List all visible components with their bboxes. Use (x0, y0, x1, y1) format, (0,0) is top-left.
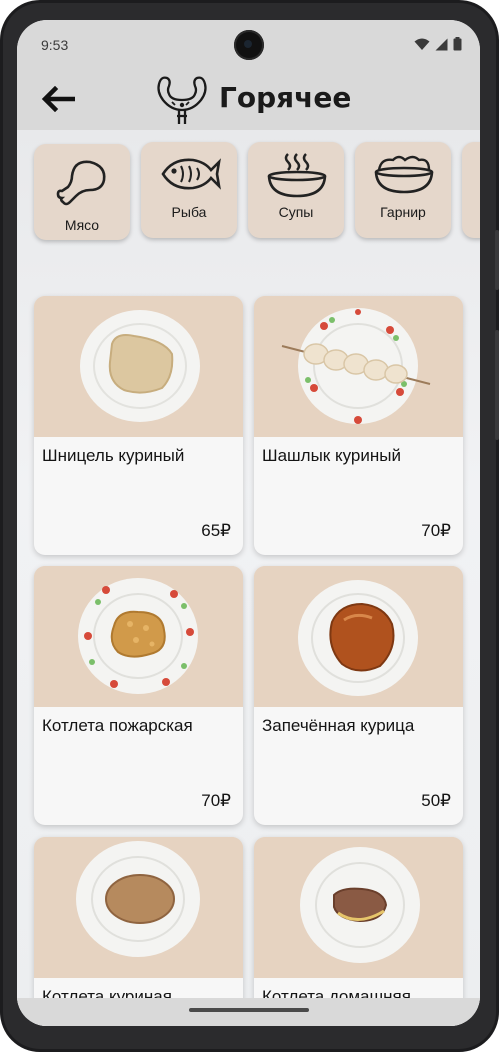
status-time: 9:53 (41, 37, 69, 53)
back-button[interactable] (39, 82, 77, 116)
dish-name: Запечённая курица (262, 716, 415, 735)
app-bar: Горячее (17, 70, 480, 130)
front-camera (234, 30, 264, 60)
signal-icon (435, 38, 448, 50)
status-bar: 9:53 (17, 20, 480, 70)
dish-price: 50₽ (421, 791, 451, 810)
dish-price: 70₽ (201, 791, 231, 810)
category-garnish[interactable]: Гарнир (355, 142, 451, 238)
dish-card[interactable]: Шашлык куриный 70₽ (254, 296, 463, 555)
dish-name: Шашлык куриный (262, 446, 401, 465)
dish-card[interactable]: Котлета пожарская 70₽ (34, 566, 243, 825)
category-fish[interactable]: Рыба (141, 142, 237, 238)
category-label: Мясо (64, 217, 100, 233)
dish-price: 65₽ (201, 521, 231, 540)
garnish-bowl-icon (374, 155, 434, 194)
category-more[interactable] (462, 142, 480, 238)
dish-price: 70₽ (421, 521, 451, 540)
phone-frame: 9:53 Горячее Мясо Рыба Супы Гарнир Шнице… (0, 0, 499, 1052)
page-title: Горячее (219, 81, 352, 114)
dish-name: Шницель куриный (42, 446, 185, 465)
arrow-left-icon (41, 86, 75, 112)
category-label: Супы (278, 204, 314, 220)
category-soups[interactable]: Супы (248, 142, 344, 238)
dish-photo (34, 296, 243, 437)
dish-photo (34, 837, 243, 978)
power-button (495, 230, 499, 290)
gesture-nav-bar (17, 998, 480, 1026)
wifi-icon (414, 38, 430, 50)
soup-bowl-icon (267, 153, 327, 198)
screen: 9:53 Горячее Мясо Рыба Супы Гарнир Шнице… (17, 20, 480, 1026)
category-label: Гарнир (380, 204, 426, 220)
chicken-leg-icon (56, 160, 106, 206)
menu-content: Мясо Рыба Супы Гарнир Шницель куриный 65… (17, 130, 480, 1026)
battery-icon (453, 37, 462, 51)
dish-photo (34, 566, 243, 707)
dish-name: Котлета пожарская (42, 716, 193, 735)
dish-card[interactable]: Запечённая курица 50₽ (254, 566, 463, 825)
dish-photo (254, 566, 463, 707)
status-icons (414, 37, 462, 51)
dish-card[interactable]: Шницель куриный 65₽ (34, 296, 243, 555)
fish-icon (161, 158, 221, 190)
volume-button (495, 330, 499, 440)
category-bar: Мясо Рыба Супы Гарнир (17, 142, 480, 242)
category-label: Рыба (171, 204, 207, 220)
dish-photo (254, 837, 463, 978)
dish-photo (254, 296, 463, 437)
category-meat[interactable]: Мясо (34, 144, 130, 240)
grill-logo-icon (157, 76, 207, 124)
home-handle[interactable] (189, 1008, 309, 1012)
